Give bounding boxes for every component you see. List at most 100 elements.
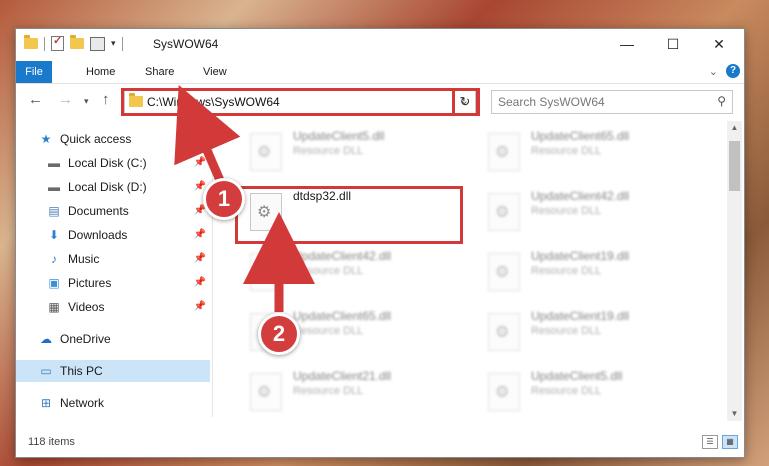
sidebar-item-this-pc[interactable]: ▭ This PC bbox=[16, 360, 210, 382]
file-type: Resource DLL bbox=[293, 385, 364, 397]
file-type: Resource DLL bbox=[531, 325, 602, 337]
dll-file-icon bbox=[250, 253, 282, 291]
sidebar-item-label: Documents bbox=[68, 204, 129, 218]
file-item[interactable]: UpdateClient5.dll Resource DLL bbox=[236, 125, 466, 175]
file-name: UpdateClient42.dll bbox=[531, 189, 630, 203]
sidebar-item-label: Quick access bbox=[60, 132, 132, 146]
sidebar-item-local-disk-d[interactable]: ▬ Local Disk (D:) 📌 bbox=[46, 176, 210, 198]
qat-dropdown-icon[interactable]: ▾ bbox=[111, 38, 116, 49]
details-view-icon[interactable]: ☰ bbox=[702, 435, 718, 449]
sidebar-item-label: Downloads bbox=[68, 228, 128, 242]
dll-file-icon bbox=[488, 253, 520, 291]
sidebar-item-pictures[interactable]: ▣ Pictures 📌 bbox=[46, 272, 210, 294]
tab-view[interactable]: View bbox=[193, 61, 237, 83]
file-type: Resource DLL bbox=[531, 145, 602, 157]
tiles-view-icon[interactable]: ▦ bbox=[722, 435, 738, 449]
quick-access-toolbar: ▾ bbox=[24, 34, 123, 51]
minimize-button[interactable]: — bbox=[604, 29, 650, 59]
file-name: UpdateClient5.dll bbox=[293, 129, 385, 143]
sidebar-item-label: Videos bbox=[68, 300, 105, 314]
pin-icon[interactable]: 📌 bbox=[194, 157, 206, 168]
pane-divider bbox=[212, 119, 213, 417]
documents-icon: ▤ bbox=[48, 204, 60, 218]
toolbar-separator bbox=[121, 36, 123, 51]
sidebar-item-music[interactable]: ♪ Music 📌 bbox=[46, 248, 210, 270]
computer-icon: ▭ bbox=[40, 364, 52, 378]
file-type: Resource DLL bbox=[531, 385, 602, 397]
sidebar-item-network[interactable]: ⊞ Network bbox=[38, 392, 232, 414]
vertical-scrollbar[interactable]: ▲ ▼ bbox=[727, 121, 742, 421]
step-1-badge: 1 bbox=[203, 178, 245, 220]
new-folder-icon[interactable] bbox=[70, 35, 84, 49]
tab-home[interactable]: Home bbox=[76, 61, 125, 83]
music-icon: ♪ bbox=[51, 252, 57, 266]
up-arrow-icon[interactable]: ↑ bbox=[102, 91, 110, 108]
pictures-icon: ▣ bbox=[48, 276, 60, 290]
sidebar-item-documents[interactable]: ▤ Documents 📌 bbox=[46, 200, 210, 222]
ribbon-right-controls: ⌄ ? bbox=[709, 64, 740, 78]
sidebar-item-label: Pictures bbox=[68, 276, 112, 290]
pin-icon[interactable]: 📌 bbox=[194, 301, 206, 312]
search-icon: ⚲ bbox=[717, 94, 726, 108]
sidebar-item-label: Local Disk (D:) bbox=[68, 180, 147, 194]
dll-file-icon bbox=[488, 313, 520, 351]
download-icon: ⬇ bbox=[48, 228, 60, 242]
file-item[interactable]: UpdateClient42.dll Resource DLL bbox=[474, 185, 704, 235]
videos-icon: ▦ bbox=[48, 300, 60, 314]
file-item[interactable]: UpdateClient19.dll Resource DLL bbox=[474, 245, 704, 295]
file-item[interactable]: UpdateClient19.dll Resource DLL bbox=[474, 305, 704, 355]
sidebar-item-videos[interactable]: ▦ Videos 📌 bbox=[46, 296, 210, 318]
maximize-button[interactable]: ☐ bbox=[650, 29, 696, 59]
back-arrow-icon[interactable]: ← bbox=[28, 91, 43, 108]
file-type: Resource DLL bbox=[293, 145, 364, 157]
file-item[interactable]: UpdateClient5.dll Resource DLL bbox=[474, 365, 704, 415]
file-name: UpdateClient19.dll bbox=[531, 249, 630, 263]
scroll-thumb[interactable] bbox=[729, 141, 740, 191]
help-icon[interactable]: ? bbox=[726, 64, 740, 78]
toolbar-separator bbox=[44, 36, 45, 51]
file-name: UpdateClient65.dll bbox=[531, 129, 630, 143]
file-name: UpdateClient19.dll bbox=[531, 309, 630, 323]
close-button[interactable]: ✕ bbox=[696, 29, 742, 59]
dll-file-icon bbox=[250, 373, 282, 411]
file-item[interactable]: UpdateClient42.dll Resource DLL bbox=[236, 245, 466, 295]
scroll-down-icon[interactable]: ▼ bbox=[727, 407, 742, 421]
dll-file-icon bbox=[488, 193, 520, 231]
file-type: Resource DLL bbox=[293, 325, 364, 337]
scroll-up-icon[interactable]: ▲ bbox=[727, 121, 742, 135]
item-count: 118 items bbox=[28, 436, 75, 448]
status-bar: 118 items ☰ ▦ bbox=[16, 431, 744, 455]
cloud-icon: ☁ bbox=[40, 332, 52, 346]
dll-file-icon bbox=[488, 133, 520, 171]
sidebar-item-downloads[interactable]: ⬇ Downloads 📌 bbox=[46, 224, 210, 246]
tab-share[interactable]: Share bbox=[135, 61, 184, 83]
recent-dropdown-icon[interactable]: ▾ bbox=[84, 96, 89, 107]
address-highlight-box bbox=[121, 88, 480, 116]
customize-icon[interactable] bbox=[90, 36, 105, 51]
sidebar-item-label: Network bbox=[60, 396, 105, 410]
star-icon: ★ bbox=[40, 132, 52, 146]
file-name: UpdateClient5.dll bbox=[531, 369, 623, 383]
sidebar-item-quick-access[interactable]: ★ Quick access bbox=[38, 128, 232, 150]
ribbon-tabs: File Home Share View ⌄ ? bbox=[16, 61, 744, 84]
network-icon: ⊞ bbox=[40, 396, 52, 410]
properties-check-icon[interactable] bbox=[51, 34, 64, 51]
sidebar-item-label: This PC bbox=[60, 364, 103, 378]
file-item[interactable]: UpdateClient21.dll Resource DLL bbox=[236, 365, 466, 415]
sidebar-item-onedrive[interactable]: ☁ OneDrive bbox=[38, 328, 232, 350]
sidebar-item-local-disk-c[interactable]: ▬ Local Disk (C:) 📌 bbox=[46, 152, 210, 174]
drive-icon: ▬ bbox=[48, 180, 60, 194]
forward-arrow-icon[interactable]: → bbox=[58, 91, 73, 108]
folder-icon bbox=[24, 35, 38, 49]
title-bar: ▾ SysWOW64 — ☐ ✕ bbox=[16, 29, 744, 61]
expand-ribbon-icon[interactable]: ⌄ bbox=[709, 65, 718, 78]
tab-file[interactable]: File bbox=[16, 61, 52, 83]
refresh-highlight-box bbox=[452, 88, 479, 116]
file-type: Resource DLL bbox=[293, 265, 364, 277]
pin-icon[interactable]: 📌 bbox=[194, 277, 206, 288]
pin-icon[interactable]: 📌 bbox=[194, 229, 206, 240]
file-item[interactable]: UpdateClient65.dll Resource DLL bbox=[474, 125, 704, 175]
sidebar-item-label: Music bbox=[68, 252, 100, 266]
search-box[interactable]: Search SysWOW64 ⚲ bbox=[491, 90, 733, 114]
pin-icon[interactable]: 📌 bbox=[194, 253, 206, 264]
